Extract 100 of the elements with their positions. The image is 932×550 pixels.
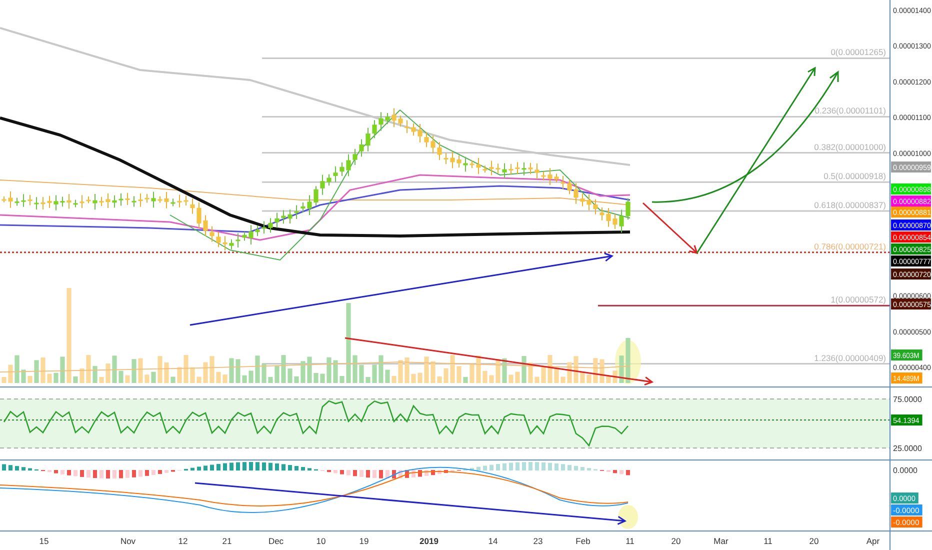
candle [528, 162, 533, 175]
candle [190, 198, 195, 214]
candle [132, 196, 136, 208]
time-axis-label: 20 [671, 536, 681, 546]
candle [92, 193, 98, 210]
candle [404, 120, 410, 134]
candle [340, 162, 344, 176]
candle [274, 212, 280, 228]
candle [456, 154, 462, 168]
time-axis-label: 10 [316, 536, 326, 546]
candle [236, 232, 240, 248]
candle [86, 196, 91, 204]
candle [450, 151, 455, 169]
candle [307, 194, 312, 216]
candle [288, 209, 292, 224]
candle [73, 199, 78, 208]
candle [470, 160, 474, 169]
fib-level-label: 0.618(0.00000837) [814, 200, 886, 210]
candle [560, 175, 566, 190]
candle [112, 194, 117, 208]
candle [508, 163, 514, 176]
candle [378, 112, 384, 132]
candle [418, 123, 422, 143]
candle [28, 194, 32, 206]
candle [463, 156, 468, 172]
candle [184, 195, 188, 206]
rsi-axis-label: 25.0000 [893, 444, 922, 453]
time-axis-label: Feb [576, 536, 590, 546]
highlight-ellipse [618, 505, 638, 529]
fib-level-label: 0.236(0.00001101) [814, 106, 886, 116]
candle [554, 173, 559, 183]
candle [8, 190, 13, 208]
candle [600, 206, 604, 221]
candle [158, 196, 162, 204]
fib-level-label: 1(0.00000572) [830, 294, 886, 305]
candle [151, 191, 156, 208]
candle [626, 198, 630, 220]
candle [255, 225, 260, 237]
macd-axis-label: 0.0000 [893, 466, 918, 475]
candle [619, 209, 624, 234]
fib-level-label: 0(0.00001265) [830, 47, 886, 58]
candle [294, 204, 299, 220]
time-axis-label: 11 [626, 536, 634, 546]
candle [125, 192, 130, 206]
candle [222, 236, 228, 251]
candle [268, 218, 273, 234]
candle [580, 193, 585, 207]
fib-level-label: 0.382(0.00001000) [814, 142, 886, 152]
fib-level-label: 1.236(0.00000409) [814, 352, 886, 363]
time-axis-label: 20 [809, 536, 819, 546]
candle [320, 174, 325, 196]
candle [326, 174, 332, 186]
time-axis-label: 23 [533, 536, 543, 546]
candle [177, 194, 182, 208]
candle [138, 192, 143, 208]
time-axis-label: 11 [764, 536, 772, 546]
candle [106, 192, 110, 209]
candle [548, 168, 552, 186]
candle [21, 194, 26, 208]
time-axis-label: 21 [222, 536, 232, 546]
candle [534, 163, 540, 180]
candle [586, 194, 592, 211]
candle [14, 197, 20, 206]
candle [333, 166, 338, 183]
time-axis-label: Nov [120, 536, 136, 546]
candle [281, 210, 286, 224]
candle [437, 142, 442, 161]
candle [80, 194, 84, 209]
candle [372, 120, 377, 139]
candle [229, 238, 234, 250]
candle [430, 135, 436, 154]
candle [34, 196, 39, 210]
candle [2, 196, 6, 203]
candle [352, 148, 358, 166]
rsi-axis-label: 75.0000 [893, 395, 922, 404]
candle [522, 162, 526, 176]
candle [242, 231, 247, 242]
time-axis-label: 2019 [420, 536, 438, 546]
candle [385, 112, 390, 125]
candle [482, 165, 488, 174]
candle [606, 207, 611, 228]
time-axis-label: 19 [359, 536, 369, 546]
candle [210, 226, 214, 242]
candle [248, 224, 254, 245]
candle [359, 138, 364, 158]
time-axis-label: Mar [714, 536, 728, 546]
candle [314, 186, 318, 206]
candle [515, 162, 520, 175]
candle [366, 127, 370, 152]
candle [144, 193, 150, 204]
candle [262, 220, 266, 234]
candle [196, 202, 202, 230]
fib-level-label: 0.786(0.00000721) [814, 241, 886, 252]
candle [346, 154, 351, 177]
candle [489, 160, 494, 176]
candle [118, 192, 124, 206]
candle [170, 198, 176, 207]
candle [574, 182, 578, 204]
candle [496, 163, 500, 174]
candle [54, 194, 58, 211]
